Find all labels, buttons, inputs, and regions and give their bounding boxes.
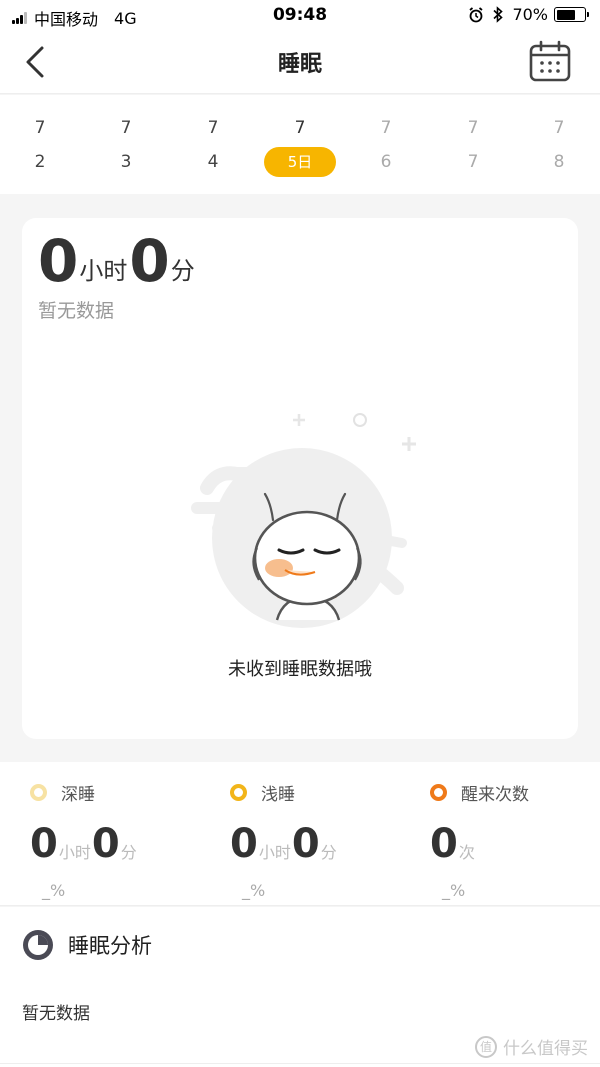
bluetooth-icon [493,6,504,23]
stat-label: 深睡 [61,785,95,805]
date-month: 7 [120,118,132,138]
hours-unit: 小时 [79,257,128,285]
stat-hours-unit: 小时 [58,843,91,862]
date-month: 7 [553,118,565,138]
light-sleep-ring-icon [230,784,247,801]
battery-percent: 70% [512,5,548,24]
calendar-icon [529,40,571,82]
wake-count-stat: 醒来次数 0 次 _% [430,780,600,900]
date-day: 6 [380,152,392,172]
date-day: 7 [467,152,479,172]
stat-hours: 0 [230,821,258,867]
date-day: 8 [553,152,565,172]
date-month: 7 [467,118,479,138]
empty-state-message: 未收到睡眠数据哦 [228,659,372,680]
stat-minutes: 0 [91,821,120,867]
date-item[interactable]: 7 3 [90,115,162,177]
battery-icon [554,7,589,22]
status-right: 70% [468,5,589,24]
date-item[interactable]: 7 2 [4,115,76,177]
stat-count-unit: 次 [458,843,475,862]
deep-sleep-stat: 深睡 0 小时 0 分 _% [30,780,230,900]
sleep-duration: 0 小时 0 分 [38,230,197,292]
alarm-icon [469,6,483,22]
stat-label: 醒来次数 [461,785,529,805]
date-item[interactable]: 7 7 [437,115,509,177]
stat-minutes: 0 [291,821,320,867]
date-day: 3 [120,152,132,172]
analysis-empty-text: 暂无数据 [22,1004,90,1024]
date-item[interactable]: 7 8 [523,115,595,177]
page-title: 睡眠 [277,52,322,77]
date-month: 7 [380,118,392,138]
date-item[interactable]: 7 4 [177,115,249,177]
stat-label: 浅睡 [261,785,295,805]
nav-bar: 睡眠 [0,32,600,94]
stat-value: 0 小时 0 分 [30,823,230,865]
date-month: 7 [294,118,306,138]
analysis-title: 睡眠分析 [68,934,152,958]
minutes-value: 0 [129,227,169,295]
stat-hours-unit: 小时 [258,843,291,862]
sleep-stats-row: 深睡 0 小时 0 分 _% 浅睡 0 小时 0 分 _% 醒来次数 0 次 _… [0,762,600,906]
pie-chart-icon [23,930,53,960]
date-day: 2 [34,152,46,172]
wake-count-ring-icon [430,784,447,801]
watermark: 值 什么值得买 [475,1034,588,1059]
stat-value: 0 小时 0 分 [230,823,430,865]
date-month: 7 [34,118,46,138]
date-item[interactable]: 7 6 [350,115,422,177]
battery-fill [556,9,576,20]
sleep-summary-card: 0 小时 0 分 暂无数据 未收到睡眠数据哦 [22,218,578,739]
no-data-label: 暂无数据 [38,300,115,322]
hours-value: 0 [38,227,78,295]
calendar-button[interactable] [528,40,572,84]
stat-minutes-unit: 分 [320,843,337,862]
divider [0,1063,600,1064]
stat-value: 0 次 [430,823,600,865]
minutes-unit: 分 [170,257,195,285]
analysis-header: 睡眠分析 [22,929,152,961]
deep-sleep-ring-icon [30,784,47,801]
date-item-selected[interactable]: 7 5日 [264,115,336,177]
stat-percent: _% [442,881,466,900]
date-strip: 7 2 7 3 7 4 7 5日 7 6 7 7 7 8 [0,95,600,194]
watermark-text: 什么值得买 [503,1039,588,1059]
stat-percent: _% [242,881,266,900]
stat-minutes-unit: 分 [120,843,137,862]
date-day: 4 [207,152,219,172]
date-day: 5日 [264,147,336,177]
stat-count: 0 [430,821,458,867]
sleeping-mascot-illustration [191,413,416,628]
status-bar: 中国移动 4G 09:48 70% [0,0,600,32]
stat-hours: 0 [30,821,58,867]
sleep-analysis-section: 睡眠分析 暂无数据 值 什么值得买 [0,907,600,1067]
stat-percent: _% [42,881,66,900]
date-month: 7 [207,118,219,138]
light-sleep-stat: 浅睡 0 小时 0 分 _% [230,780,430,900]
watermark-badge: 值 [475,1035,497,1058]
